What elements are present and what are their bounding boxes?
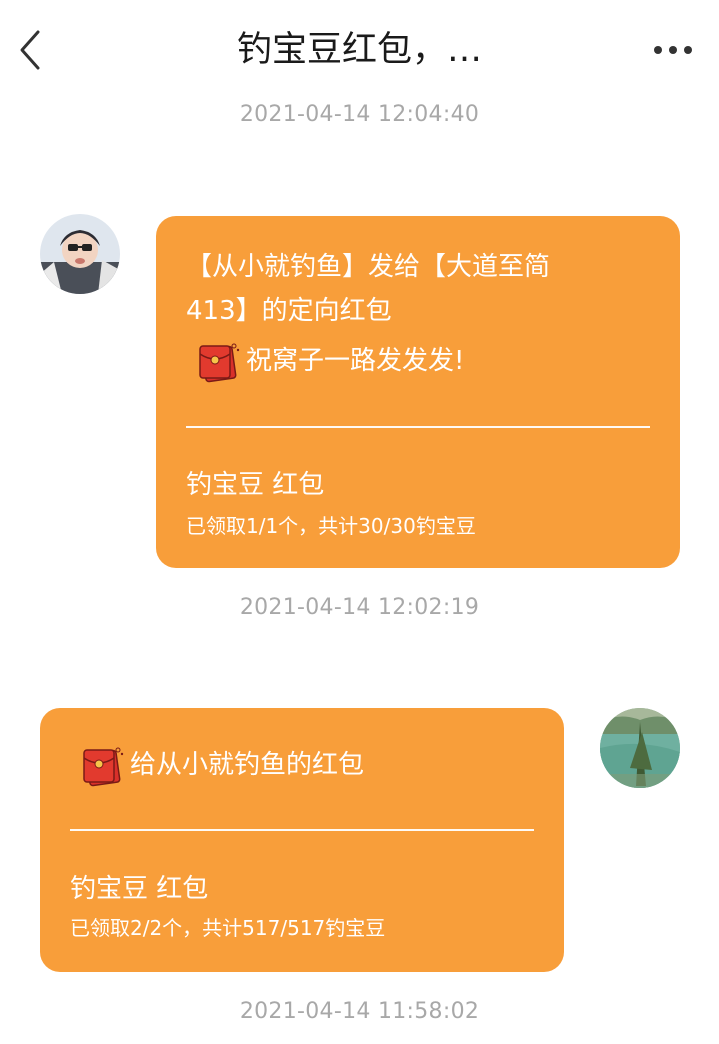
avatar[interactable] — [40, 214, 120, 294]
chat-header: 钓宝豆红包，… — [0, 0, 719, 100]
divider — [186, 426, 650, 428]
avatar[interactable] — [600, 708, 680, 788]
red-packet-status: 已领取1/1个，共计30/30钓宝豆 — [186, 514, 476, 538]
message-text: 【从小就钓鱼】发给【大道至简 — [186, 252, 551, 282]
more-dots-icon — [654, 46, 692, 54]
red-packet-status: 已领取2/2个，共计517/517钓宝豆 — [70, 916, 386, 940]
message-timestamp: 2021-04-14 11:58:02 — [239, 999, 480, 1024]
more-button[interactable] — [650, 32, 696, 68]
message-timestamp: 2021-04-14 12:02:19 — [239, 595, 480, 620]
red-packet-icon — [199, 343, 240, 383]
greeting-text: 给从小就钓鱼的红包 — [130, 750, 365, 780]
chat-title: 钓宝豆红包，… — [236, 30, 482, 70]
message-text: 413】的定向红包 — [186, 296, 392, 326]
chevron-left-icon — [20, 30, 40, 70]
message-timestamp: 2021-04-14 12:04:40 — [239, 102, 480, 127]
landscape-photo-avatar-icon — [600, 708, 680, 788]
divider — [70, 829, 534, 831]
red-packet-title: 钓宝豆 红包 — [186, 470, 325, 500]
child-photo-avatar-icon — [40, 214, 120, 294]
red-packet-message-bubble[interactable]: 【从小就钓鱼】发给【大道至简 413】的定向红包 祝窝子一路发发发! 钓宝豆 红… — [156, 216, 680, 568]
greeting-text: 祝窝子一路发发发! — [246, 346, 465, 376]
red-packet-title: 钓宝豆 红包 — [70, 874, 209, 904]
back-button[interactable] — [14, 26, 50, 74]
red-packet-icon — [83, 747, 124, 787]
red-packet-message-bubble[interactable]: 给从小就钓鱼的红包 钓宝豆 红包 已领取2/2个，共计517/517钓宝豆 — [40, 708, 564, 972]
